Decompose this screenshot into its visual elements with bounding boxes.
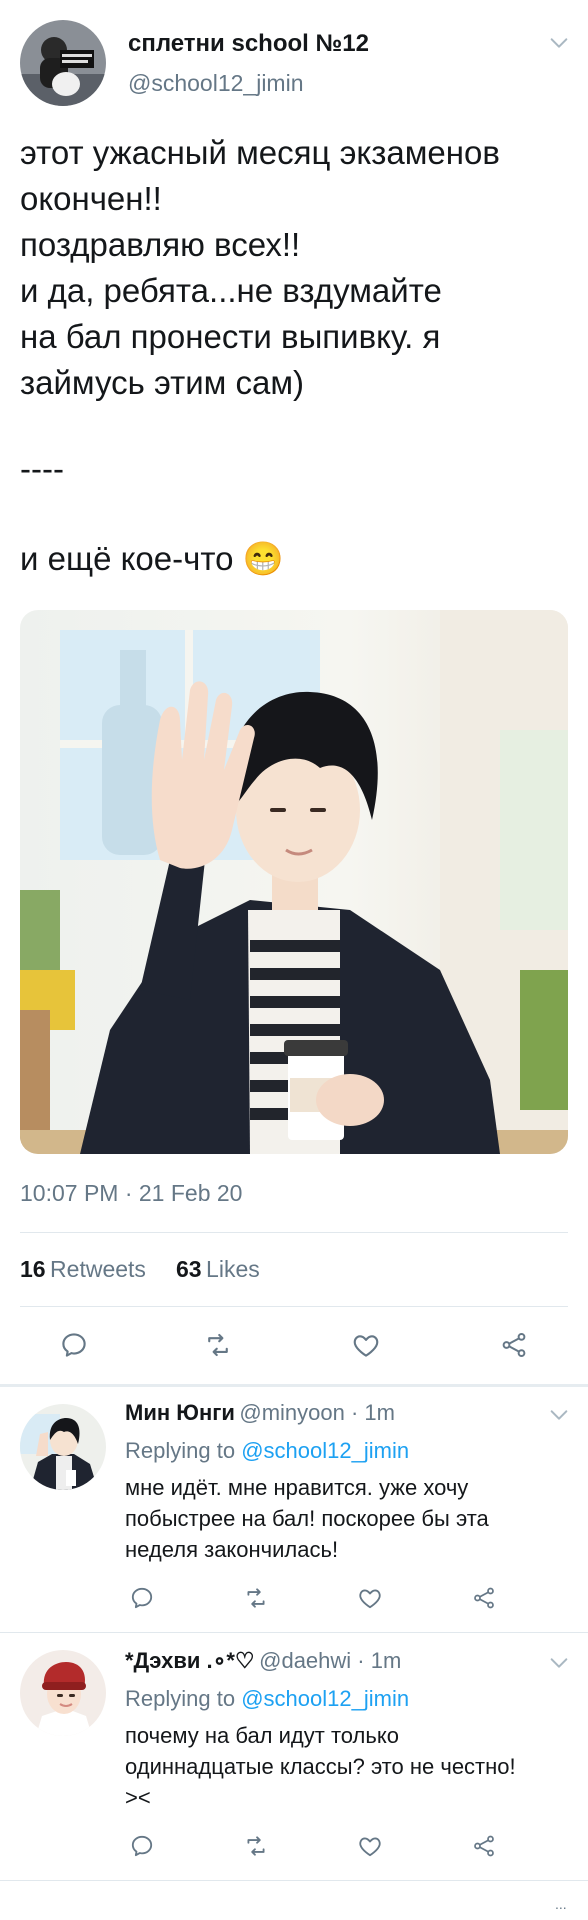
footer-dots: ... [555,1896,567,1912]
reply-avatar[interactable] [20,1404,106,1490]
reply-share-button[interactable] [464,1826,504,1866]
reply-line: одиннадцатые классы? это не честно! [125,1754,516,1779]
tweet-line: займусь этим сам) [20,364,305,401]
reply-author-name[interactable]: *Дэхви .∘*♡ [125,1648,255,1673]
chevron-down-icon[interactable] [548,1404,570,1431]
replying-label: Replying to [125,1438,236,1463]
tweet-timestamp[interactable]: 10:07 PM · 21 Feb 20 [20,1180,242,1207]
tweet-line: окончен!! [20,180,162,217]
divider [20,1232,568,1233]
reply-line: неделя закончилась! [125,1537,339,1562]
author-avatar[interactable] [20,20,106,106]
likes-stat[interactable]: 63 Likes [176,1256,260,1283]
reply-icon [131,1835,153,1857]
reply-line: >< [125,1785,151,1810]
reply-header: Мин Юнги @minyoon · 1m [125,1400,395,1426]
replying-to-link[interactable]: @school12_jimin [241,1686,409,1711]
reply-button[interactable] [54,1325,94,1365]
author-handle[interactable]: @school12_jimin [128,70,304,97]
reply-share-button[interactable] [464,1578,504,1618]
likes-count: 63 [176,1256,202,1282]
reply-like-button[interactable] [350,1578,390,1618]
retweets-stat[interactable]: 16 Retweets [20,1256,146,1283]
reply-icon [62,1333,86,1357]
chevron-down-icon[interactable] [548,32,570,59]
tweet-extra-text: и ещё кое-что [20,540,234,577]
tweet-extra-line: и ещё кое-что 😁 [20,536,284,582]
tweet-text: этот ужасный месяц экзаменов окончен!! п… [20,130,570,406]
reply-line: почему на бал идут только [125,1723,399,1748]
retweets-label: Retweets [50,1256,146,1282]
tweet-separator: ---- [20,450,64,487]
replying-label: Replying to [125,1686,236,1711]
reply-retweet-button[interactable] [236,1826,276,1866]
share-icon [474,1587,494,1609]
tweet-line: этот ужасный месяц экзаменов [20,134,500,171]
heart-icon [353,1335,379,1357]
heart-icon [359,1837,381,1857]
divider [20,1306,568,1307]
reply-line: побыстрее на бал! поскорее бы эта [125,1506,489,1531]
tweet-line: на бал пронести выпивку. я [20,318,441,355]
chevron-down-icon[interactable] [548,1652,570,1679]
reply-text: почему на бал идут только одиннадцатые к… [125,1720,575,1813]
reply-reply-button[interactable] [122,1826,162,1866]
reply-text: мне идёт. мне нравится. уже хочу побыстр… [125,1472,575,1565]
reply-reply-button[interactable] [122,1578,162,1618]
like-button[interactable] [346,1325,386,1365]
share-icon [474,1835,494,1857]
section-divider [0,1384,588,1387]
share-button[interactable] [494,1325,534,1365]
divider [0,1632,588,1633]
divider [0,1880,588,1881]
grinning-emoji-icon: 😁 [242,540,284,577]
reply-handle-time[interactable]: @minyoon · 1m [239,1400,395,1425]
reply-retweet-button[interactable] [236,1578,276,1618]
retweet-icon [247,1588,265,1608]
heart-icon [359,1589,381,1609]
reply-author-name[interactable]: Мин Юнги [125,1400,235,1425]
tweet-line: и да, ребята...не вздумайте [20,272,442,309]
reply-header: *Дэхви .∘*♡ @daehwi · 1m [125,1648,401,1674]
reply-icon [131,1587,153,1609]
retweet-button[interactable] [198,1325,238,1365]
reply-like-button[interactable] [350,1826,390,1866]
reply-context: Replying to @school12_jimin [125,1686,409,1712]
tweet-line: поздравляю всех!! [20,226,301,263]
replying-to-link[interactable]: @school12_jimin [241,1438,409,1463]
likes-label: Likes [206,1256,260,1282]
retweets-count: 16 [20,1256,46,1282]
retweet-icon [247,1836,265,1856]
share-icon [502,1333,526,1358]
reply-avatar[interactable] [20,1650,106,1736]
retweet-icon [208,1333,228,1357]
author-name[interactable]: сплетни school №12 [128,30,369,58]
tweet-photo[interactable] [20,610,568,1154]
reply-line: мне идёт. мне нравится. уже хочу [125,1475,469,1500]
reply-handle-time[interactable]: @daehwi · 1m [259,1648,401,1673]
reply-context: Replying to @school12_jimin [125,1438,409,1464]
